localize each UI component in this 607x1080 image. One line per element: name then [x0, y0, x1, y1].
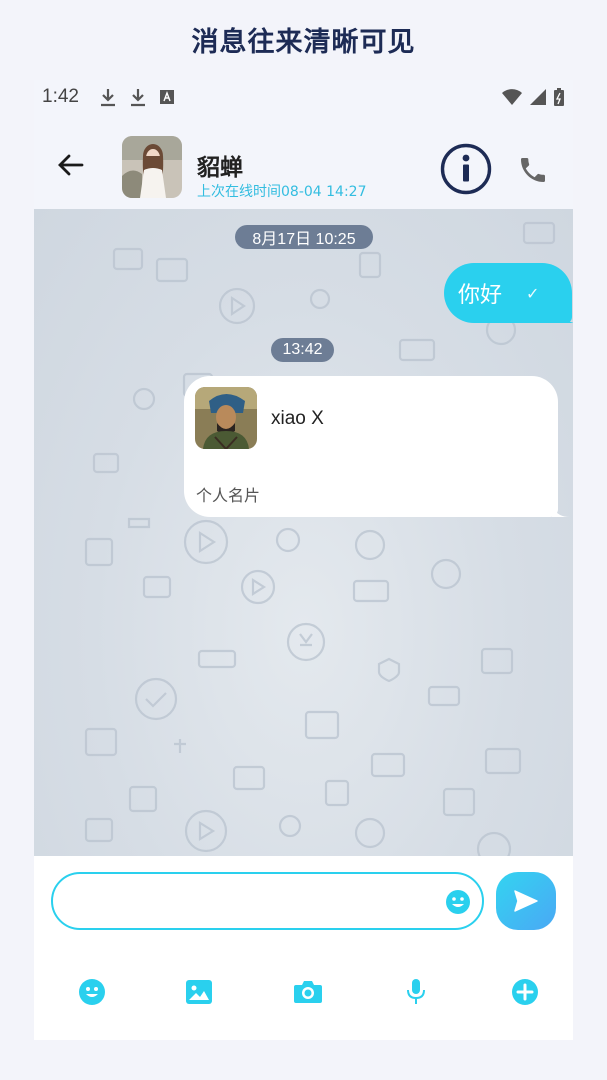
arrow-left-icon[interactable] [56, 150, 86, 180]
contact-card-message[interactable]: xiao X 个人名片 [184, 376, 558, 517]
chat-header: 貂蝉 上次在线时间08-04 14:27 [34, 114, 573, 210]
download-icon [100, 89, 115, 107]
promo-banner: 消息往来清晰可见 [0, 0, 607, 82]
contact-name: 貂蝉 [197, 155, 243, 181]
smile-icon [79, 979, 105, 1005]
last-seen-text: 上次在线时间08-04 14:27 [197, 184, 367, 200]
bubble-tail [562, 309, 573, 323]
toolbar-voice-button[interactable] [400, 976, 432, 1008]
promo-title: 消息往来清晰可见 [191, 26, 416, 58]
status-time: 1:42 [42, 86, 79, 107]
message-text: 你好 [458, 283, 503, 308]
card-contact-name: xiao X [271, 408, 324, 429]
timestamp-divider: 13:42 [271, 338, 334, 362]
toolbar-image-button[interactable] [183, 976, 215, 1008]
message-input[interactable] [73, 888, 433, 916]
card-type-label: 个人名片 [196, 486, 261, 505]
phone-icon[interactable] [517, 154, 549, 186]
contact-avatar[interactable] [122, 136, 182, 198]
timestamp-divider: 8月17日 10:25 [235, 225, 373, 249]
chat-area[interactable]: 8月17日 10:25 你好 ✓ 13:42 xiao X 个人名片 [34, 209, 573, 856]
download-icon [130, 89, 145, 107]
input-bar [34, 856, 573, 1040]
status-bar: 1:42 [34, 80, 573, 114]
outgoing-message-bubble[interactable]: 你好 ✓ [444, 263, 572, 323]
microphone-icon [407, 979, 425, 1004]
toolbar-emoji-button[interactable] [76, 976, 108, 1008]
toolbar-more-button[interactable] [509, 976, 541, 1008]
message-field[interactable] [51, 872, 484, 930]
card-avatar [195, 387, 257, 449]
camera-icon [294, 981, 322, 1003]
message-read-status: ✓ [526, 283, 540, 303]
signal-icon [530, 89, 546, 105]
info-circle-icon[interactable] [440, 143, 492, 195]
phone-screen: 1:42 貂蝉 上次在线时间08-04 14:27 8月17日 10:25 你好… [34, 80, 573, 1040]
send-icon [514, 890, 538, 912]
wifi-icon [502, 89, 522, 105]
smile-icon[interactable] [445, 889, 471, 915]
plus-circle-icon [512, 979, 538, 1005]
image-icon [186, 980, 212, 1004]
battery-icon [554, 88, 564, 106]
bubble-tail [552, 505, 570, 517]
send-button[interactable] [496, 872, 556, 930]
font-app-icon [159, 90, 174, 104]
toolbar-camera-button[interactable] [292, 976, 324, 1008]
